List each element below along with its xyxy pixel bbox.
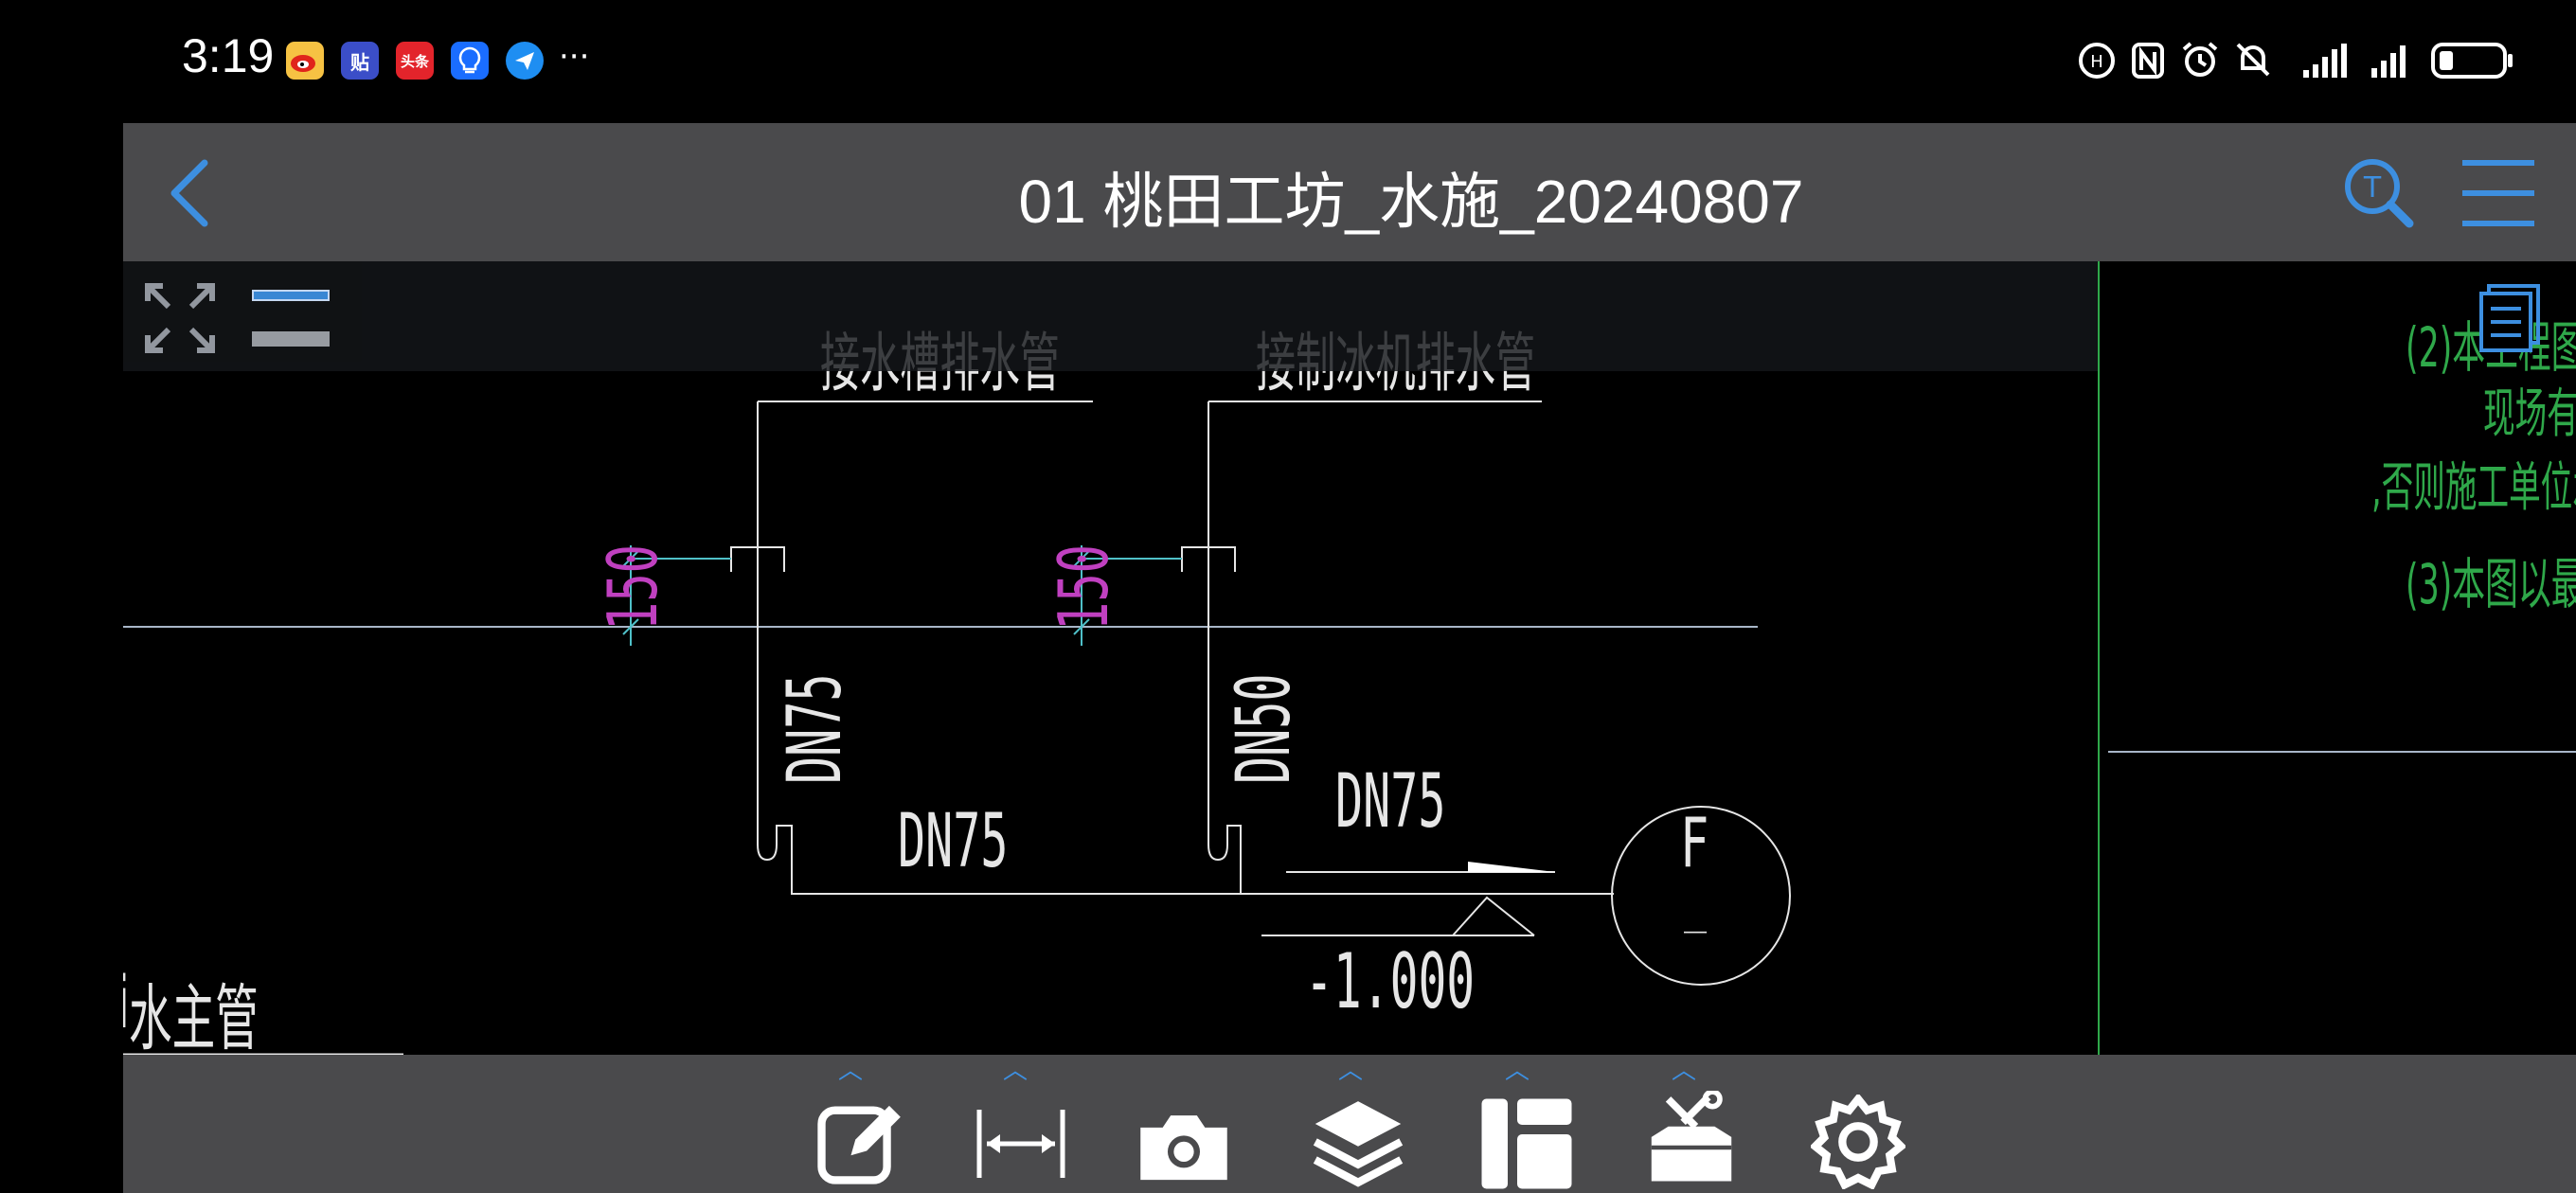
label-dn75-vertical: DN75 (773, 673, 858, 784)
document-title: 01 桃田工坊_水施_20240807 (1018, 168, 1804, 236)
weibo-icon (286, 42, 324, 80)
paper-plane-app-icon (506, 42, 544, 80)
dimension-150-right: 150 (1044, 543, 1123, 631)
layers-icon[interactable] (1311, 1095, 1405, 1189)
line-weight-toggle-thin[interactable] (252, 290, 330, 301)
stacked-pages-icon[interactable] (2472, 282, 2548, 356)
signal-strength-2-icon (2371, 45, 2406, 78)
alarm-icon (2182, 42, 2218, 77)
status-time: 3:19 (182, 29, 275, 82)
menu-icon[interactable] (2459, 157, 2538, 229)
signal-strength-icon (2303, 44, 2347, 78)
back-icon[interactable] (163, 157, 220, 229)
line-weight-toggle-thick[interactable] (252, 331, 330, 347)
expand-chevron-icon[interactable]: ︿ (968, 1059, 1063, 1083)
note-3: (3)本图以最 (2406, 552, 2576, 616)
expand-chevron-icon[interactable]: ︿ (803, 1059, 898, 1083)
svg-text:T: T (2363, 171, 2382, 205)
elevation-label: -1.000 (1305, 937, 1476, 1025)
nfc-icon (2132, 43, 2164, 79)
toutiao-icon: 头条 (396, 42, 434, 80)
note-contractor: ,否则施工单位承 (2371, 457, 2576, 519)
settings-gear-icon[interactable] (1811, 1095, 1905, 1189)
label-dn75-horizontal: DN75 (898, 799, 1009, 884)
expand-chevron-icon[interactable]: ︿ (1303, 1059, 1398, 1083)
toutiao-label: 头条 (400, 52, 429, 70)
layout-panels-icon[interactable] (1479, 1096, 1574, 1191)
bottom-toolbar: ︿ ︿ ︿ ︿ ︿ (123, 1055, 2576, 1193)
label-dn50-vertical: DN50 (1222, 673, 1307, 784)
fullscreen-toggle-icon[interactable] (144, 282, 216, 354)
toolbox-icon[interactable] (1644, 1091, 1739, 1185)
battery-icon (2431, 43, 2513, 79)
text-search-icon[interactable]: T (2341, 155, 2417, 231)
expand-chevron-icon[interactable]: ︿ (1470, 1059, 1565, 1083)
expand-chevron-icon[interactable]: ︿ (1637, 1059, 1731, 1083)
left-blank-strip (0, 123, 123, 1193)
annotate-edit-icon[interactable] (813, 1095, 907, 1189)
more-notifications-icon: ··· (559, 38, 590, 76)
hd-voice-icon: H (2079, 43, 2115, 79)
measure-distance-icon[interactable] (974, 1096, 1068, 1191)
floor-drain-letter: F (1680, 803, 1709, 882)
status-bar: 3:19 贴 头条 ··· H (0, 0, 2576, 123)
tieba-label: 贴 (350, 50, 369, 74)
floor-drain-mark: _ (1684, 890, 1708, 934)
silent-bell-icon (2236, 43, 2270, 77)
label-dn75-main: DN75 (1335, 759, 1446, 845)
camera-icon[interactable] (1136, 1098, 1231, 1193)
note-site: 现场有不 (2483, 383, 2576, 445)
tieba-icon: 贴 (341, 42, 379, 80)
svg-text:H: H (2090, 52, 2103, 72)
main-pipe-label: 水主管 (129, 976, 259, 1055)
title-bar: 01 桃田工坊_水施_20240807 T (123, 123, 2576, 261)
cad-drawing-canvas[interactable]: 接水槽排水管 接制冰机排水管 150 150 DN75 DN50 DN75 DN… (123, 261, 2576, 1055)
view-tools-strip (123, 261, 2098, 371)
lightbulb-app-icon (451, 42, 489, 80)
dimension-150-left: 150 (593, 543, 672, 631)
